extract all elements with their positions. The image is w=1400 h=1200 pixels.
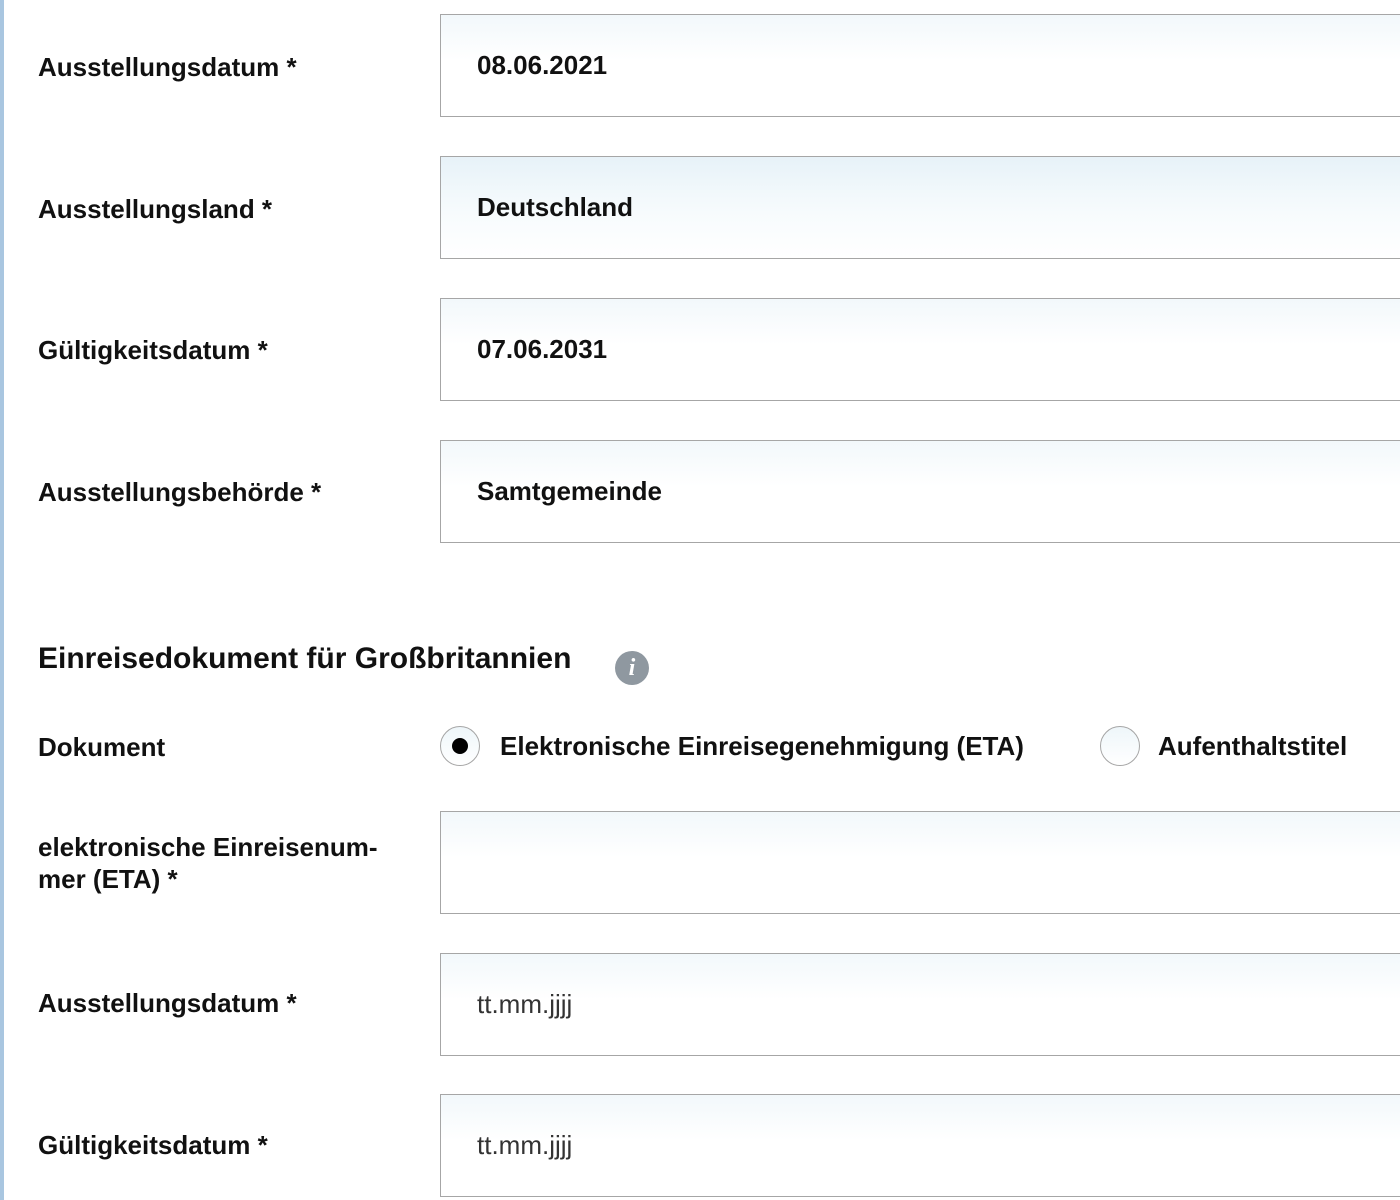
left-border-rule	[0, 0, 4, 1200]
eta-number-label-line2: mer (ETA) *	[38, 864, 178, 894]
eta-issue-date-label: Ausstellungsdatum *	[38, 988, 297, 1018]
issue-date-field[interactable]	[440, 14, 1400, 117]
eta-expiry-date-input[interactable]	[441, 1095, 1400, 1196]
issue-country-input[interactable]	[441, 157, 1400, 258]
issue-date-input[interactable]	[441, 15, 1400, 116]
eta-expiry-date-label: Gültigkeitsdatum *	[38, 1130, 268, 1160]
eta-issue-date-input[interactable]	[441, 954, 1400, 1055]
expiry-date-field[interactable]	[440, 298, 1400, 401]
document-label: Dokument	[38, 732, 166, 762]
issue-country-label: Ausstellungsland *	[38, 194, 273, 224]
form-page: Ausstellungsdatum * Ausstellungsland * G…	[0, 0, 1400, 1200]
radio-residence-permit-label[interactable]: Aufenthaltstitel	[1158, 730, 1347, 762]
eta-number-input[interactable]	[441, 812, 1400, 913]
uk-entry-section-title: Einreisedokument für Großbritannien	[38, 642, 572, 675]
issuing-authority-input[interactable]	[441, 441, 1400, 542]
issue-country-field[interactable]	[440, 156, 1400, 259]
eta-expiry-date-field[interactable]	[440, 1094, 1400, 1197]
issuing-authority-label: Ausstellungsbehörde *	[38, 477, 322, 507]
eta-issue-date-field[interactable]	[440, 953, 1400, 1056]
expiry-date-label: Gültigkeitsdatum *	[38, 335, 268, 365]
radio-residence-permit[interactable]	[1100, 726, 1140, 766]
radio-eta-label[interactable]: Elektronische Einreisegenehmigung (ETA)	[500, 730, 1024, 762]
info-icon[interactable]: i	[615, 651, 649, 685]
issuing-authority-field[interactable]	[440, 440, 1400, 543]
expiry-date-input[interactable]	[441, 299, 1400, 400]
issue-date-label: Ausstellungsdatum *	[38, 52, 297, 82]
eta-number-label: elektronische Einreisenum- mer (ETA) *	[38, 831, 378, 895]
eta-number-field[interactable]	[440, 811, 1400, 914]
eta-number-label-line1: elektronische Einreisenum-	[38, 832, 378, 862]
radio-eta[interactable]	[440, 726, 480, 766]
